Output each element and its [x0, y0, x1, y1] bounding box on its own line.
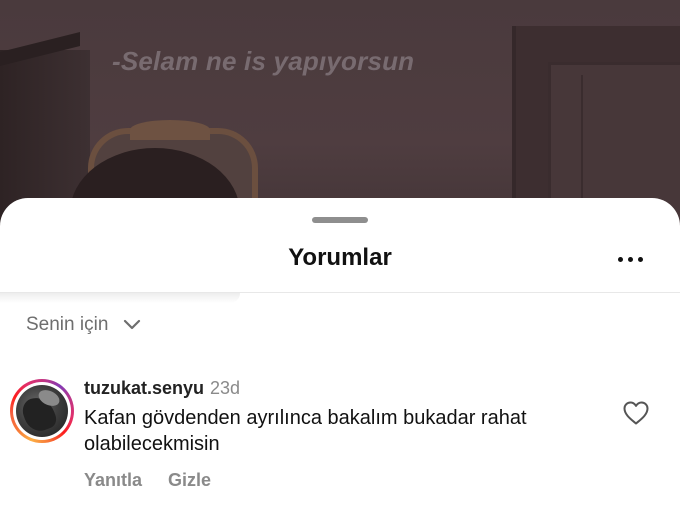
- avatar[interactable]: [10, 379, 74, 443]
- avatar-image: [16, 385, 68, 437]
- comment-username[interactable]: tuzukat.senyu: [84, 378, 204, 399]
- heart-outline-icon: [623, 401, 649, 425]
- more-horizontal-icon-dot: [627, 256, 633, 262]
- background-mirror-crest: [130, 120, 210, 140]
- filter-label: Senin için: [26, 314, 109, 335]
- more-horizontal-icon-dot: [637, 256, 643, 262]
- sheet-grabber-handle[interactable]: [312, 217, 368, 223]
- like-button[interactable]: [622, 400, 650, 426]
- reply-button[interactable]: Yanıtla: [84, 470, 142, 491]
- comment-meta: tuzukat.senyu 23d: [84, 378, 240, 399]
- video-caption-overlay: -Selam ne is yapıyorsun: [112, 46, 415, 76]
- hide-button[interactable]: Gizle: [168, 470, 211, 491]
- header-shadow: [0, 293, 240, 303]
- avatar-story-ring-gap: [13, 382, 71, 440]
- more-options-button[interactable]: [608, 244, 652, 274]
- comment-timestamp: 23d: [210, 378, 241, 398]
- comment-text: Kafan gövdenden ayrılınca bakalım bukada…: [84, 407, 527, 455]
- more-horizontal-icon: [617, 256, 623, 262]
- chevron-down-icon: [124, 319, 141, 330]
- comments-sheet: Yorumlar Senin için tuzukat.senyu 23d Ka…: [0, 198, 680, 514]
- comment-item: tuzukat.senyu 23d Kafan gövdenden ayrılı…: [0, 374, 680, 504]
- comment-filter-dropdown[interactable]: Senin için: [26, 314, 142, 336]
- comment-actions: Yanıtla Gizle: [84, 470, 211, 491]
- sheet-title: Yorumlar: [288, 244, 392, 271]
